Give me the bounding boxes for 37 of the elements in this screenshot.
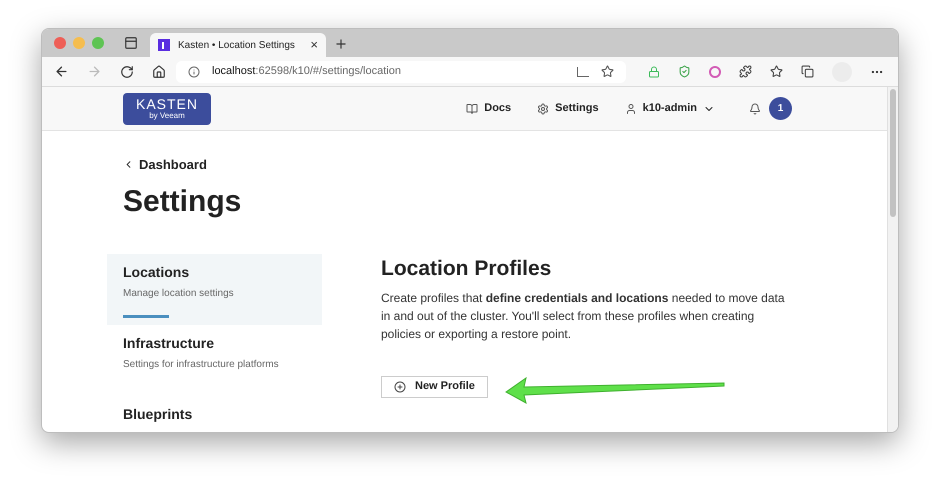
favorites-icon[interactable] — [770, 65, 783, 78]
info-icon[interactable] — [188, 66, 200, 78]
sidebar-item[interactable]: Blueprints — [107, 396, 322, 432]
section-title: Location Profiles — [381, 258, 552, 278]
tab-close-button[interactable]: × — [310, 35, 318, 55]
nav-link[interactable]: k10-admin — [624, 100, 715, 117]
notification-badge[interactable]: 1 — [769, 97, 792, 120]
docs-icon — [466, 102, 478, 114]
bell-icon[interactable] — [749, 102, 761, 114]
nav-link[interactable]: Docs — [466, 100, 512, 117]
address-bar[interactable]: localhost:62598/k10/#/settings/location — [176, 60, 626, 82]
back-link[interactable]: Dashboard — [123, 155, 887, 174]
favorite-icon[interactable] — [601, 65, 614, 78]
home-icon[interactable] — [152, 64, 166, 78]
tab-panel-icon[interactable] — [124, 36, 138, 50]
tab-title: Kasten • Location Settings — [178, 38, 296, 52]
sidebar-item[interactable]: Locations Manage location settings — [107, 254, 322, 324]
extensions-icon[interactable] — [739, 65, 752, 78]
new-tab-icon[interactable] — [334, 37, 348, 51]
new-profile-button[interactable]: New Profile — [381, 376, 488, 398]
kasten-logo-icon — [158, 39, 170, 51]
scrollbar[interactable] — [887, 87, 898, 432]
back-icon[interactable] — [54, 64, 69, 79]
section-description: Create profiles that define credentials and locations needed to move data in and out of the cluster. You'll select from these profiles when creating policies or exporting a restore point. — [381, 290, 786, 342]
collections-icon[interactable] — [801, 65, 814, 78]
url-text: localhost:62598/k10/#/settings/location — [212, 64, 402, 80]
extension-icon[interactable] — [709, 66, 721, 78]
shield-icon[interactable] — [678, 65, 691, 78]
settings-icon — [537, 102, 550, 114]
browser-tab[interactable]: Kasten • Location Settings × — [150, 33, 326, 57]
plus-circle-icon — [394, 380, 406, 392]
reload-icon[interactable] — [120, 64, 134, 78]
nav-link[interactable]: Settings — [537, 100, 599, 117]
page-title: Settings — [123, 186, 242, 216]
sidebar-item[interactable]: Infrastructure Settings for infrastructure platforms — [107, 324, 322, 396]
kasten-logo[interactable]: KASTEN by Veeam — [123, 92, 211, 124]
user-icon — [624, 102, 637, 114]
